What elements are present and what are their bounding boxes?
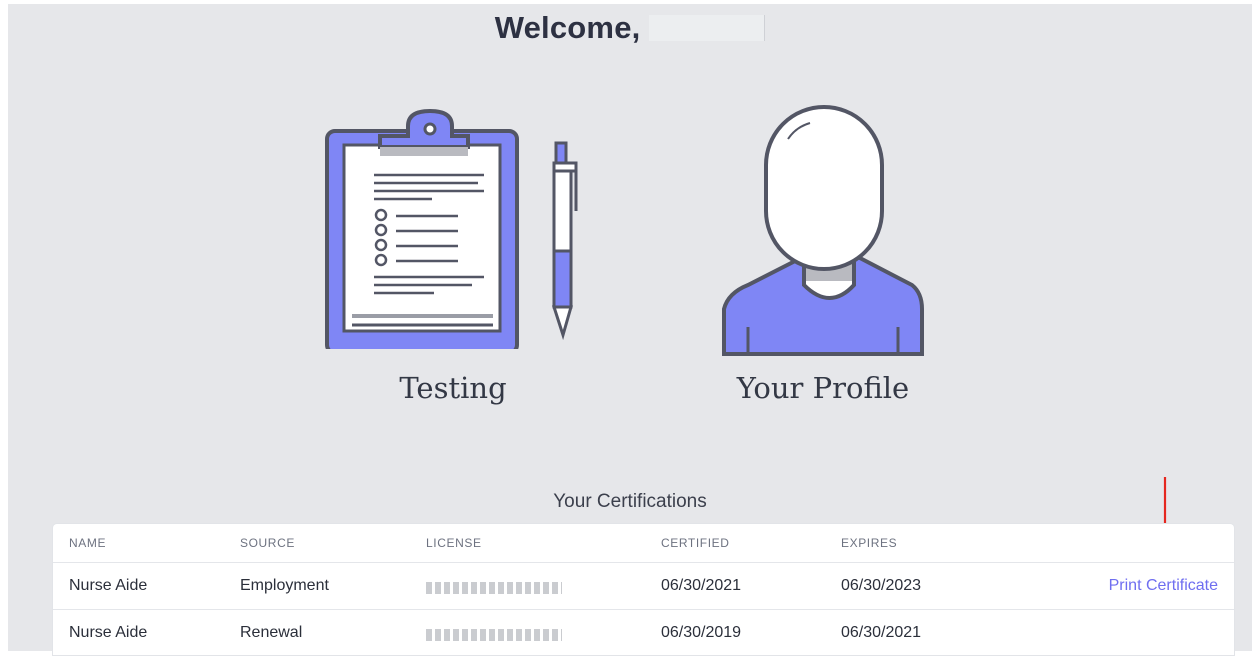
welcome-text: Welcome, bbox=[494, 10, 641, 45]
column-header-source: SOURCE bbox=[240, 536, 295, 550]
table-row: Nurse Aide Employment 06/30/2021 06/30/2… bbox=[53, 562, 1234, 609]
cert-certified-date: 06/30/2021 bbox=[661, 577, 742, 594]
column-header-name: NAME bbox=[69, 536, 107, 550]
profile-label: Your Profile bbox=[736, 371, 910, 405]
column-header-license: LICENSE bbox=[426, 536, 482, 550]
clipboard-icon bbox=[325, 108, 578, 349]
cert-name: Nurse Aide bbox=[69, 577, 148, 594]
cert-source: Renewal bbox=[240, 624, 303, 641]
dashboard-panel: Welcome, Testing Your Profile Your Certi… bbox=[8, 4, 1252, 655]
welcome-heading: Welcome, bbox=[8, 10, 1252, 46]
certifications-table: NAME SOURCE LICENSE CERTIFIED EXPIRES Nu… bbox=[53, 524, 1234, 655]
cert-name: Nurse Aide bbox=[69, 624, 148, 641]
table-header-row: NAME SOURCE LICENSE CERTIFIED EXPIRES bbox=[53, 524, 1234, 562]
cert-expires-date: 06/30/2021 bbox=[841, 624, 922, 641]
certifications-heading: Your Certifications bbox=[553, 491, 707, 512]
profile-tile[interactable]: Your Profile bbox=[708, 99, 938, 419]
cert-certified-date: 06/30/2019 bbox=[661, 624, 742, 641]
cert-license-redacted bbox=[426, 610, 562, 656]
testing-tile[interactable]: Testing bbox=[308, 99, 598, 419]
column-header-expires: EXPIRES bbox=[841, 536, 898, 550]
cert-expires-date: 06/30/2023 bbox=[841, 577, 922, 594]
table-row: Nurse Aide Renewal 06/30/2019 06/30/2021 bbox=[53, 609, 1234, 656]
redacted-username bbox=[649, 15, 766, 41]
column-header-certified: CERTIFIED bbox=[661, 536, 730, 550]
cert-source: Employment bbox=[240, 577, 329, 594]
cert-license-redacted bbox=[426, 563, 562, 609]
print-certificate-link[interactable]: Print Certificate bbox=[1109, 563, 1218, 609]
profile-avatar-icon bbox=[722, 105, 924, 356]
testing-label: Testing bbox=[399, 371, 507, 405]
